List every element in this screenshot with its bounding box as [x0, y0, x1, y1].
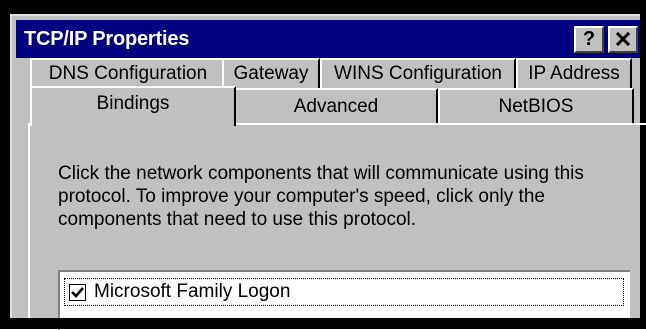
tab-label: DNS Configuration: [48, 63, 208, 84]
tab-bindings[interactable]: Bindings: [30, 86, 236, 126]
tab-label: IP Address: [528, 63, 620, 84]
bindings-description: Click the network components that will c…: [58, 163, 584, 230]
component-label: Microsoft Family Logon: [94, 281, 291, 302]
tab-label: NetBIOS: [498, 96, 574, 117]
tab-label: WINS Configuration: [334, 63, 502, 84]
tab-wins-configuration[interactable]: WINS Configuration: [320, 58, 516, 88]
title-bar[interactable]: TCP/IP Properties ?: [16, 20, 640, 58]
tab-label: Bindings: [96, 93, 170, 114]
tab-label: Advanced: [293, 96, 379, 117]
checkmark-icon: [71, 286, 84, 298]
tab-advanced[interactable]: Advanced: [234, 88, 438, 124]
help-button[interactable]: ?: [574, 25, 604, 53]
tab-gateway[interactable]: Gateway: [222, 58, 320, 88]
close-icon: [615, 32, 631, 46]
tab-dns-configuration[interactable]: DNS Configuration: [30, 58, 226, 88]
title-buttons: ?: [574, 25, 640, 53]
close-button[interactable]: [608, 25, 638, 53]
tab-netbios[interactable]: NetBIOS: [438, 88, 634, 124]
window-title: TCP/IP Properties: [24, 27, 190, 50]
tab-ip-address[interactable]: IP Address: [516, 58, 632, 88]
list-item[interactable]: Microsoft Family Logon: [64, 278, 624, 306]
frame-bottom-edge: [0, 318, 646, 329]
help-icon: ?: [582, 28, 596, 50]
tab-label: Gateway: [233, 63, 309, 84]
microsoft-family-logon-checkbox[interactable]: [69, 283, 86, 301]
